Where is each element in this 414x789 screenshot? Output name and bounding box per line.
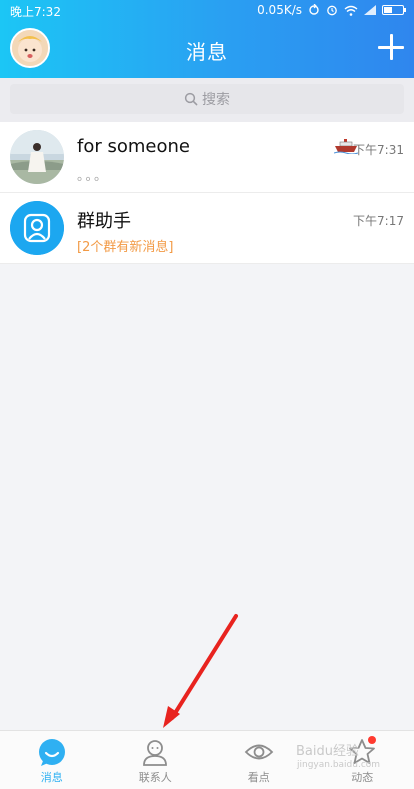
chat-item-for-someone[interactable]: for someone 。。。 下午7:31 bbox=[0, 122, 414, 193]
search-input[interactable]: 搜索 bbox=[10, 84, 404, 114]
chat-name: for someone bbox=[77, 136, 190, 157]
notification-badge bbox=[367, 736, 376, 744]
signal-icon bbox=[364, 5, 376, 15]
add-button[interactable] bbox=[378, 34, 404, 60]
contact-avatar bbox=[10, 130, 64, 184]
screen: 晚上7:32 0.05K/s 消息 搜索 for someone 。。。 下午7… bbox=[0, 0, 414, 789]
eye-icon bbox=[244, 744, 274, 760]
search-icon bbox=[184, 92, 198, 106]
chat-name: 群助手 bbox=[77, 211, 131, 232]
tab-label: 联系人 bbox=[138, 771, 172, 784]
wifi-icon bbox=[344, 5, 358, 16]
chat-item-group-assistant[interactable]: 群助手 [2个群有新消息] 下午7:17 bbox=[0, 193, 414, 264]
chat-list: for someone 。。。 下午7:31 群助手 [2个群有新消息] 下午7… bbox=[0, 122, 414, 264]
tab-kandian[interactable]: 看点 bbox=[207, 731, 311, 789]
chat-time: 下午7:31 bbox=[353, 143, 404, 157]
message-icon bbox=[38, 739, 65, 766]
photo-avatar-icon bbox=[10, 130, 64, 184]
sync-icon bbox=[309, 4, 319, 15]
alarm-icon bbox=[327, 5, 337, 16]
tab-contacts[interactable]: 联系人 bbox=[104, 731, 208, 789]
search-placeholder: 搜索 bbox=[202, 92, 230, 108]
search-area: 搜索 bbox=[0, 78, 414, 122]
group-assistant-avatar bbox=[10, 201, 64, 255]
header: 晚上7:32 0.05K/s 消息 bbox=[0, 0, 414, 78]
tab-label: 动态 bbox=[351, 771, 374, 784]
status-time: 晚上7:32 bbox=[10, 5, 61, 19]
group-people-icon bbox=[10, 201, 64, 255]
chat-preview: 。。。 bbox=[77, 169, 110, 184]
tab-label: 消息 bbox=[40, 771, 63, 784]
chat-preview: [2个群有新消息] bbox=[77, 240, 174, 255]
tab-messages[interactable]: 消息 bbox=[0, 731, 104, 789]
contacts-icon bbox=[143, 740, 168, 766]
network-speed: 0.05K/s bbox=[257, 3, 302, 17]
chat-time: 下午7:17 bbox=[353, 214, 404, 228]
status-bar: 晚上7:32 0.05K/s bbox=[0, 0, 414, 20]
watermark-logo: Baidu经验 bbox=[296, 744, 359, 759]
battery-icon bbox=[382, 5, 406, 15]
tab-label: 看点 bbox=[247, 771, 270, 784]
watermark-url: jingyan.baidu.com bbox=[297, 760, 381, 770]
status-icons: 0.05K/s bbox=[257, 3, 406, 17]
page-title: 消息 bbox=[186, 40, 228, 64]
